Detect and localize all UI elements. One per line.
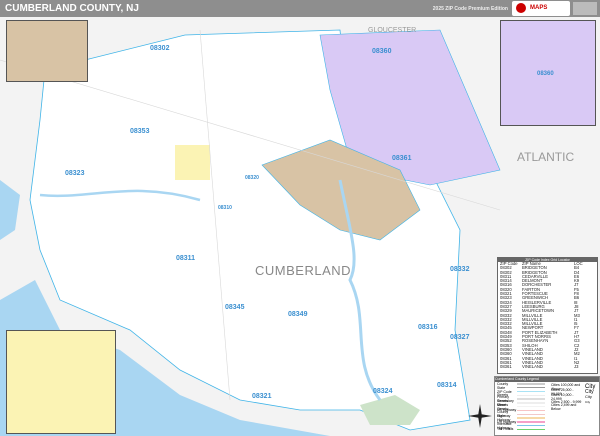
edition-label: 2025 ZIP Code Premium Edition xyxy=(432,6,508,12)
county-label: CUMBERLAND xyxy=(255,263,352,278)
zip-label: 08360 xyxy=(537,71,554,77)
legend-swatch xyxy=(517,402,545,404)
city-size-label: Cities 2,499 and Below xyxy=(551,402,577,411)
zip-label: 08361 xyxy=(392,155,412,162)
legend-swatch xyxy=(517,405,545,408)
zip-label: 08323 xyxy=(65,170,85,177)
zip-label: 08324 xyxy=(373,388,393,395)
inset-map-bridgeton[interactable] xyxy=(6,20,88,82)
header-badge xyxy=(573,2,597,15)
zip-label: 08314 xyxy=(437,382,457,389)
city-sample: City xyxy=(585,399,591,404)
zip-label: 08360 xyxy=(372,48,392,55)
legend-swatch xyxy=(517,428,545,431)
legend-swatch xyxy=(517,398,545,400)
atlantic-county-label: ATLANTIC xyxy=(517,150,575,164)
legend-label: Toll Roads xyxy=(497,427,514,432)
zip-label: 08327 xyxy=(450,334,470,341)
gloucester-county-label: GLOUCESTER xyxy=(368,27,417,34)
zip-label: 08353 xyxy=(130,128,150,135)
city-size-item: Cities 10,000 - 24,999 City xyxy=(549,393,597,401)
city-sample: City xyxy=(585,394,592,399)
legend-swatch xyxy=(517,394,545,397)
zip-label: 08320 xyxy=(245,175,259,181)
zip-label: 08316 xyxy=(418,324,438,331)
zip-label: 08349 xyxy=(288,311,308,318)
legend-swatch xyxy=(517,421,545,423)
legend-swatch xyxy=(517,383,545,385)
legend-swatch xyxy=(517,390,545,393)
inset-map-millville[interactable] xyxy=(6,330,116,434)
logo-mark: MAPS xyxy=(530,5,548,11)
table-cell: 08361 xyxy=(500,364,512,370)
zip-label: 08332 xyxy=(450,266,470,273)
publisher-logo: MAPS xyxy=(512,1,570,16)
table-cell: VINELAND xyxy=(522,364,543,370)
table-cell: J3 xyxy=(574,364,579,370)
legend-swatch xyxy=(517,413,545,416)
legend-swatch xyxy=(517,417,545,419)
zip-index-table: ZIP Code Index Grid Locator ZIP Code ZIP… xyxy=(497,257,598,374)
zip-label: 08311 xyxy=(176,255,196,262)
zip-label: 08302 xyxy=(150,45,170,52)
legend-item: Toll Roads xyxy=(495,427,549,432)
inset-map-vineland[interactable]: 08360 xyxy=(500,20,596,126)
legend-swatch xyxy=(517,409,545,412)
legend-swatch xyxy=(517,386,545,389)
map-title: CUMBERLAND COUNTY, NJ xyxy=(5,3,139,14)
map-legend: Cumberland County Legend County State ZIP … xyxy=(494,376,600,436)
compass-rose-icon xyxy=(468,404,492,428)
city-size-item: Cities 2,499 and Below xyxy=(549,402,597,411)
legend-swatch xyxy=(517,424,545,427)
zip-label: 08310 xyxy=(218,205,232,211)
logo-icon xyxy=(516,3,526,13)
header-bar: CUMBERLAND COUNTY, NJ 2025 ZIP Code Prem… xyxy=(0,0,600,17)
zip-08302-area[interactable] xyxy=(175,145,210,180)
table-row: 08361 VINELAND J3 xyxy=(498,364,597,370)
zip-label: 08321 xyxy=(252,393,272,400)
zip-label: 08345 xyxy=(225,304,245,311)
